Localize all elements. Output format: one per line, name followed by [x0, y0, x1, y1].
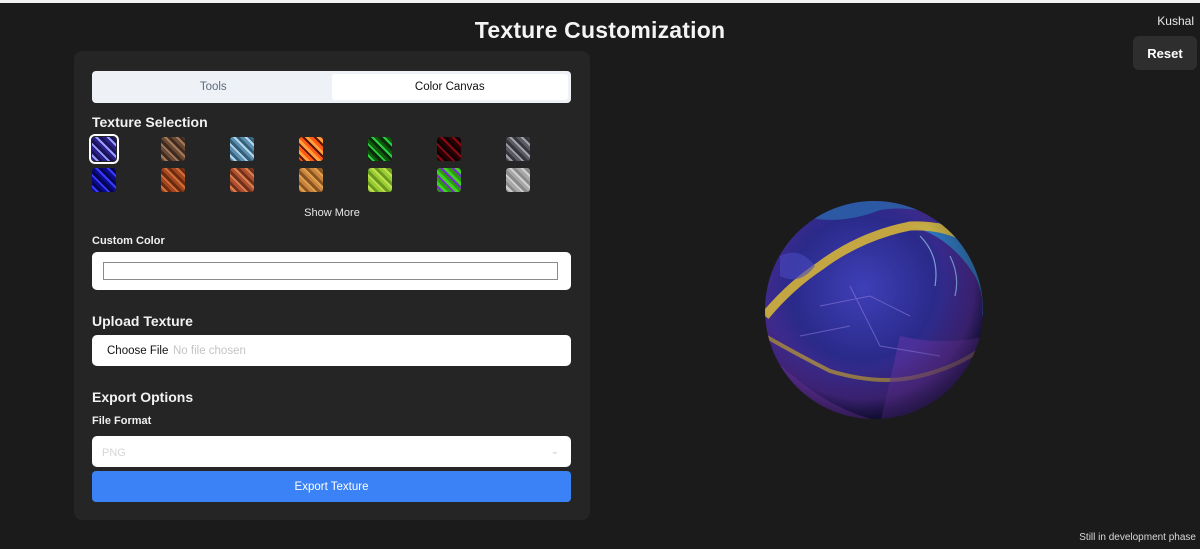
tab-color-canvas[interactable]: Color Canvas [331, 74, 568, 100]
texture-swatch-moss[interactable] [368, 168, 392, 192]
texture-swatch-grey-plaster[interactable] [506, 168, 530, 192]
control-panel: Tools Color Canvas Texture Selection Sho… [74, 51, 590, 520]
texture-swatch-blue-crystal[interactable] [92, 168, 116, 192]
texture-swatch-orange-brick[interactable] [161, 168, 185, 192]
custom-color-box [92, 252, 571, 290]
texture-swatch-dark-red[interactable] [437, 137, 461, 161]
choose-file-button[interactable]: Choose File [107, 345, 168, 357]
file-format-select[interactable]: PNG ⌄ [92, 436, 571, 467]
texture-swatch-purple-cracked[interactable] [89, 134, 119, 164]
texture-swatch-brown-stone[interactable] [161, 137, 185, 161]
texture-swatch-grey-cobble[interactable] [506, 137, 530, 161]
export-texture-button[interactable]: Export Texture [92, 471, 571, 502]
texture-swatch-red-brick[interactable] [230, 168, 254, 192]
file-format-value: PNG [102, 447, 126, 459]
texture-swatch-green-circuit[interactable] [368, 137, 392, 161]
user-name: Kushal [1157, 14, 1194, 28]
file-upload-field[interactable]: Choose File No file chosen [92, 335, 571, 366]
show-more-button[interactable]: Show More [74, 207, 590, 219]
upload-texture-title: Upload Texture [92, 313, 193, 329]
file-format-label: File Format [92, 415, 152, 427]
sphere-preview[interactable] [760, 196, 988, 424]
reset-button[interactable]: Reset [1133, 36, 1197, 70]
tab-tools[interactable]: Tools [95, 74, 332, 100]
development-note: Still in development phase [1079, 532, 1196, 543]
tab-bar: Tools Color Canvas [92, 71, 571, 103]
textured-sphere [765, 201, 983, 419]
chevron-down-icon: ⌄ [550, 446, 559, 457]
texture-swatch-blue-ice[interactable] [230, 137, 254, 161]
page-title: Texture Customization [474, 17, 726, 43]
texture-selection-title: Texture Selection [92, 114, 208, 130]
texture-swatch-lava[interactable] [299, 137, 323, 161]
export-options-title: Export Options [92, 389, 194, 405]
custom-color-input[interactable] [103, 262, 558, 280]
custom-color-label: Custom Color [92, 235, 165, 247]
texture-swatch-wood-plank[interactable] [299, 168, 323, 192]
texture-swatch-green-purple[interactable] [437, 168, 461, 192]
file-status: No file chosen [173, 345, 246, 357]
